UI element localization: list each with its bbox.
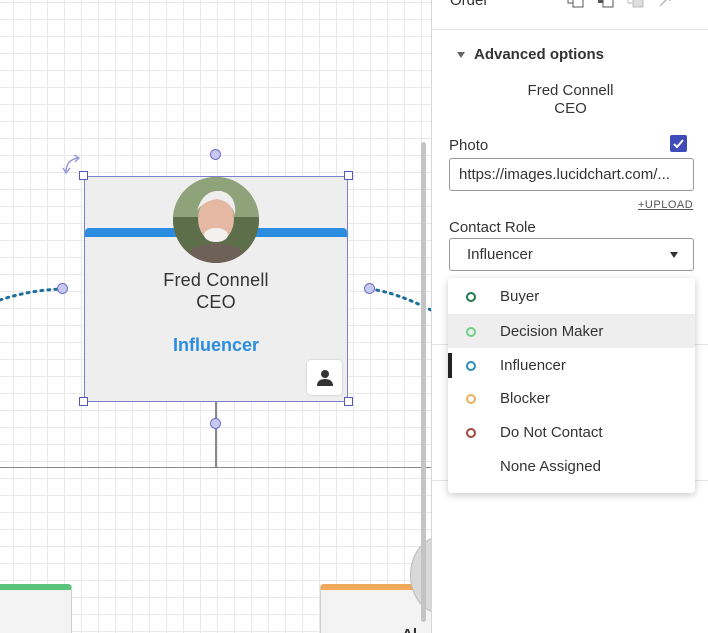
bring-to-front-icon[interactable] [566, 0, 586, 10]
canvas-scrollbar[interactable] [421, 142, 426, 622]
person-icon [316, 369, 333, 386]
photo-checkbox[interactable] [670, 135, 687, 152]
shape-name-text: Fred Connell [527, 82, 614, 99]
resize-handle-top-left[interactable] [79, 171, 88, 180]
send-backward-icon[interactable] [626, 0, 646, 10]
role-dot-icon [466, 428, 476, 438]
resize-handle-top-right[interactable] [344, 171, 353, 180]
role-dot-icon [466, 394, 476, 404]
role-option-none-assigned[interactable]: None Assigned [448, 449, 695, 483]
role-dot-icon [466, 327, 476, 337]
resize-handle-bottom-left[interactable] [79, 397, 88, 406]
connection-point-left[interactable] [57, 283, 68, 294]
role-dot-icon [466, 292, 476, 302]
photo-url-input[interactable]: https://images.lucidchart.com/... [449, 158, 694, 191]
contact-button[interactable] [307, 360, 342, 395]
panel-divider [432, 29, 708, 30]
card-photo [173, 177, 259, 263]
connection-point-top[interactable] [210, 149, 221, 160]
role-dot-icon [466, 361, 476, 371]
org-line-horizontal [0, 467, 431, 468]
role-option-blocker[interactable]: Blocker [448, 381, 695, 415]
card-name: Fred Connell [163, 270, 269, 290]
collapse-triangle-icon [457, 51, 465, 58]
dotted-connector-left [0, 287, 64, 302]
order-toolbar [566, 0, 676, 10]
role-option-buyer[interactable]: Buyer [448, 279, 695, 313]
advanced-options-title: Advanced options [474, 46, 605, 63]
role-option-decision-maker[interactable]: Decision Maker [448, 314, 695, 348]
contact-role-dropdown: Buyer Decision Maker Influencer Blocker … [448, 278, 695, 493]
contact-role-value: Influencer [467, 246, 533, 263]
shape-title-text: CEO [554, 100, 587, 117]
checkmark-icon [673, 139, 684, 149]
role-option-influencer[interactable]: Influencer [448, 348, 695, 382]
contact-role-label: Contact Role [449, 219, 536, 236]
upload-link[interactable]: +UPLOAD [638, 199, 693, 211]
contact-role-select[interactable]: Influencer [449, 238, 694, 271]
card-role: Influencer [172, 335, 260, 355]
bottom-card-text: Al [402, 626, 417, 633]
properties-panel: Order Advanced options Fred Connell CEO … [431, 0, 708, 633]
dropdown-arrow-icon [670, 252, 678, 258]
diagram-canvas[interactable]: Al Fred Connell CEO Influencer [0, 0, 431, 633]
org-line-vertical [215, 402, 217, 467]
connection-point-right[interactable] [364, 283, 375, 294]
connection-point-bottom[interactable] [210, 418, 221, 429]
advanced-options-toggle[interactable]: Advanced options [457, 46, 604, 63]
selected-indicator [448, 353, 452, 378]
bring-forward-icon[interactable] [596, 0, 616, 10]
card-title: CEO [196, 292, 236, 312]
order-label: Order [450, 0, 489, 9]
role-option-do-not-contact[interactable]: Do Not Contact [448, 415, 695, 449]
photo-label: Photo [449, 137, 489, 154]
send-to-back-icon[interactable] [656, 0, 676, 10]
org-card-bottom-left[interactable] [0, 584, 72, 633]
resize-handle-bottom-right[interactable] [344, 397, 353, 406]
